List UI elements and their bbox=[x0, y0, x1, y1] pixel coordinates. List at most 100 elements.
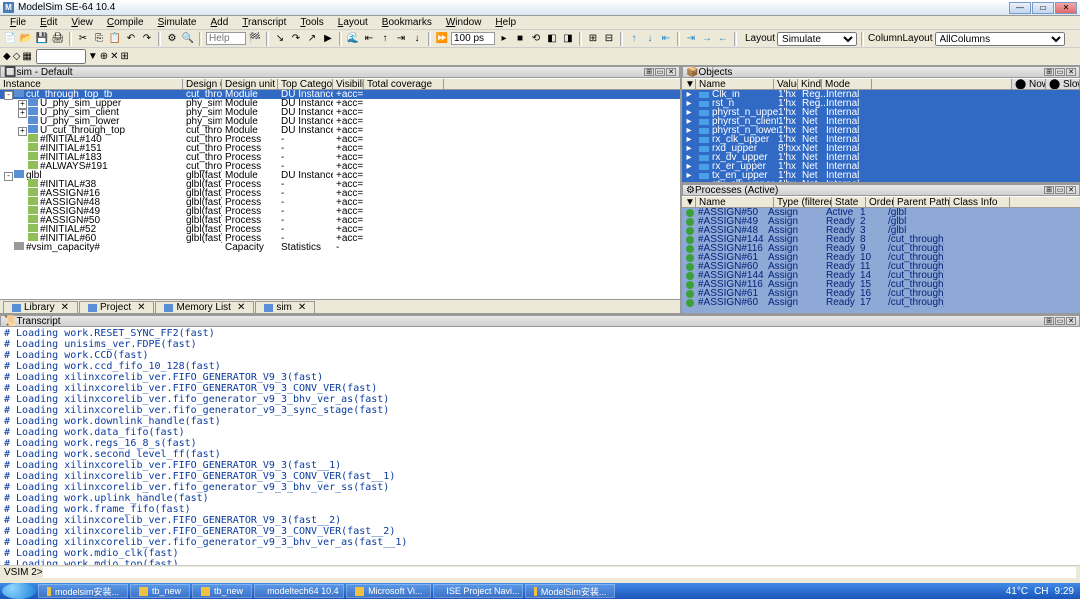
sim-col-header[interactable]: Design unit type bbox=[222, 79, 278, 89]
taskbar-button[interactable]: tb_new bbox=[192, 584, 252, 598]
obj-dock-icon[interactable]: ⊞ bbox=[1044, 68, 1054, 76]
dock-icon[interactable]: ⊞ bbox=[644, 68, 654, 76]
cursor-right-icon[interactable]: ⇥ bbox=[394, 32, 408, 46]
sim-tree-row[interactable]: #vsim_capacity#CapacityStatistics- bbox=[0, 243, 680, 252]
taskbar-button[interactable]: ISE Project Navi... bbox=[433, 584, 523, 598]
toolbar-icon-a[interactable]: ◧ bbox=[545, 32, 559, 46]
nav-down-icon[interactable]: ↓ bbox=[643, 32, 657, 46]
cursor-left-icon[interactable]: ⇤ bbox=[362, 32, 376, 46]
taskbar-button[interactable]: modelsim安装... bbox=[38, 584, 128, 598]
step-out-icon[interactable]: ↗ bbox=[305, 32, 319, 46]
menu-add[interactable]: Add bbox=[205, 17, 235, 28]
obj-btn-slow[interactable]: ⬤ Slow bbox=[1046, 79, 1080, 89]
save-icon[interactable]: 💾 bbox=[35, 32, 49, 46]
obj-col-header[interactable]: Name bbox=[696, 79, 774, 89]
tool2-icon-c[interactable]: ▦ bbox=[22, 51, 31, 62]
menu-transcript[interactable]: Transcript bbox=[236, 17, 292, 28]
proc-col-header[interactable]: Name bbox=[696, 197, 774, 207]
wave-zoom-icon[interactable]: 🌊 bbox=[346, 32, 360, 46]
trans-undock-icon[interactable]: ▭ bbox=[1055, 317, 1065, 325]
toolbar-icon-c[interactable]: ⊞ bbox=[586, 32, 600, 46]
maximize-button[interactable]: ▭ bbox=[1032, 2, 1054, 14]
tool2-icon-f[interactable]: ✕ bbox=[110, 51, 118, 62]
sim-col-header[interactable]: Top Category bbox=[278, 79, 333, 89]
proc-col-header[interactable]: Parent Path bbox=[894, 197, 950, 207]
undo-icon[interactable]: ↶ bbox=[124, 32, 138, 46]
copy-icon[interactable]: ⎘ bbox=[92, 32, 106, 46]
start-button[interactable] bbox=[2, 583, 36, 599]
sim-col-header[interactable]: Visibility bbox=[333, 79, 364, 89]
menu-view[interactable]: View bbox=[65, 17, 99, 28]
nav-up-icon[interactable]: ↑ bbox=[627, 32, 641, 46]
redo-icon[interactable]: ↷ bbox=[140, 32, 154, 46]
trans-close-icon[interactable]: ✕ bbox=[1066, 317, 1076, 325]
close-pane-icon[interactable]: ✕ bbox=[666, 68, 676, 76]
objects-list[interactable]: ▸Clk_in1'hxReg...Internal▸rst_n1'hxReg..… bbox=[682, 90, 1080, 182]
close-button[interactable]: ✕ bbox=[1055, 2, 1077, 14]
cut-icon[interactable]: ✂ bbox=[76, 32, 90, 46]
restart-icon[interactable]: ⟲ bbox=[529, 32, 543, 46]
tab-library[interactable]: Library ✕ bbox=[3, 301, 78, 313]
tab-memory-list[interactable]: Memory List ✕ bbox=[155, 301, 254, 313]
trans-dock-icon[interactable]: ⊞ bbox=[1044, 317, 1054, 325]
taskbar-button[interactable]: ModelSim安装... bbox=[525, 584, 615, 598]
sim-col-header[interactable]: Total coverage bbox=[364, 79, 444, 89]
cursor-up-icon[interactable]: ↑ bbox=[378, 32, 392, 46]
menu-help[interactable]: Help bbox=[489, 17, 522, 28]
run-length-input[interactable] bbox=[451, 32, 495, 45]
open-icon[interactable]: 📂 bbox=[19, 32, 33, 46]
step-over-icon[interactable]: ↷ bbox=[289, 32, 303, 46]
nav-prev-icon[interactable]: ← bbox=[716, 32, 730, 46]
menu-window[interactable]: Window bbox=[440, 17, 488, 28]
menu-compile[interactable]: Compile bbox=[101, 17, 150, 28]
taskbar-button[interactable]: Microsoft Vi... bbox=[346, 584, 431, 598]
nav-right-icon[interactable]: ⇥ bbox=[684, 32, 698, 46]
transcript-output[interactable]: # Loading work.RESET_SYNC_FF2(fast)# Loa… bbox=[0, 327, 1080, 565]
obj-col-header[interactable]: Kind bbox=[798, 79, 822, 89]
tool2-icon-b[interactable]: ◇ bbox=[13, 51, 21, 62]
minimize-button[interactable]: — bbox=[1009, 2, 1031, 14]
command-input[interactable] bbox=[43, 567, 1076, 578]
tray-lang[interactable]: CH bbox=[1034, 586, 1048, 597]
obj-col-header[interactable]: Mode bbox=[822, 79, 872, 89]
tool2-icon-e[interactable]: ⊕ bbox=[100, 51, 108, 62]
run-icon[interactable]: ▶ bbox=[321, 32, 335, 46]
print-icon[interactable]: 🖨 bbox=[51, 32, 65, 46]
tab-project[interactable]: Project ✕ bbox=[79, 301, 155, 313]
sim-col-header[interactable]: Design unit bbox=[183, 79, 222, 89]
menu-simulate[interactable]: Simulate bbox=[152, 17, 203, 28]
taskbar-button[interactable]: tb_new bbox=[130, 584, 190, 598]
sim-col-header[interactable]: Instance bbox=[0, 79, 183, 89]
obj-close-icon[interactable]: ✕ bbox=[1066, 68, 1076, 76]
obj-undock-icon[interactable]: ▭ bbox=[1055, 68, 1065, 76]
compile-icon[interactable]: ⚙ bbox=[165, 32, 179, 46]
toolbar-icon-d[interactable]: ⊟ bbox=[602, 32, 616, 46]
tool2-icon-g[interactable]: ⊞ bbox=[121, 51, 129, 62]
proc-dock-icon[interactable]: ⊞ bbox=[1044, 186, 1054, 194]
menu-layout[interactable]: Layout bbox=[332, 17, 374, 28]
layout-select[interactable]: Simulate bbox=[777, 32, 857, 46]
help-search-input[interactable] bbox=[206, 32, 246, 45]
sim-tree[interactable]: -cut_through_top_tbcut_throug...ModuleDU… bbox=[0, 90, 680, 299]
find-icon[interactable]: 🔍 bbox=[181, 32, 195, 46]
nav-left-icon[interactable]: ⇤ bbox=[659, 32, 673, 46]
obj-col-header[interactable]: Value bbox=[774, 79, 798, 89]
run-all-icon[interactable]: ⏩ bbox=[435, 32, 449, 46]
tab-sim[interactable]: sim ✕ bbox=[255, 301, 315, 313]
undock-icon[interactable]: ▭ bbox=[655, 68, 665, 76]
tool2-icon-d[interactable]: ▼ bbox=[88, 51, 98, 62]
menu-file[interactable]: File bbox=[4, 17, 32, 28]
new-icon[interactable]: 📄 bbox=[3, 32, 17, 46]
proc-undock-icon[interactable]: ▭ bbox=[1055, 186, 1065, 194]
process-row[interactable]: #ASSIGN#60AssignReady17/cut_through_to..… bbox=[682, 298, 1080, 307]
break-icon[interactable]: ■ bbox=[513, 32, 527, 46]
tool2-icon-a[interactable]: ◆ bbox=[3, 51, 11, 62]
obj-btn-now[interactable]: ⬤ Now bbox=[1012, 79, 1046, 89]
processes-list[interactable]: #ASSIGN#50AssignActive1/glbl#ASSIGN#49As… bbox=[682, 208, 1080, 313]
run-step-icon[interactable]: ▸ bbox=[497, 32, 511, 46]
column-layout-select[interactable]: AllColumns bbox=[935, 32, 1065, 46]
secondary-input[interactable] bbox=[36, 49, 86, 64]
toolbar-icon-b[interactable]: ◨ bbox=[561, 32, 575, 46]
menu-bookmarks[interactable]: Bookmarks bbox=[376, 17, 438, 28]
taskbar-button[interactable]: modeltech64 10.4 bbox=[254, 584, 344, 598]
